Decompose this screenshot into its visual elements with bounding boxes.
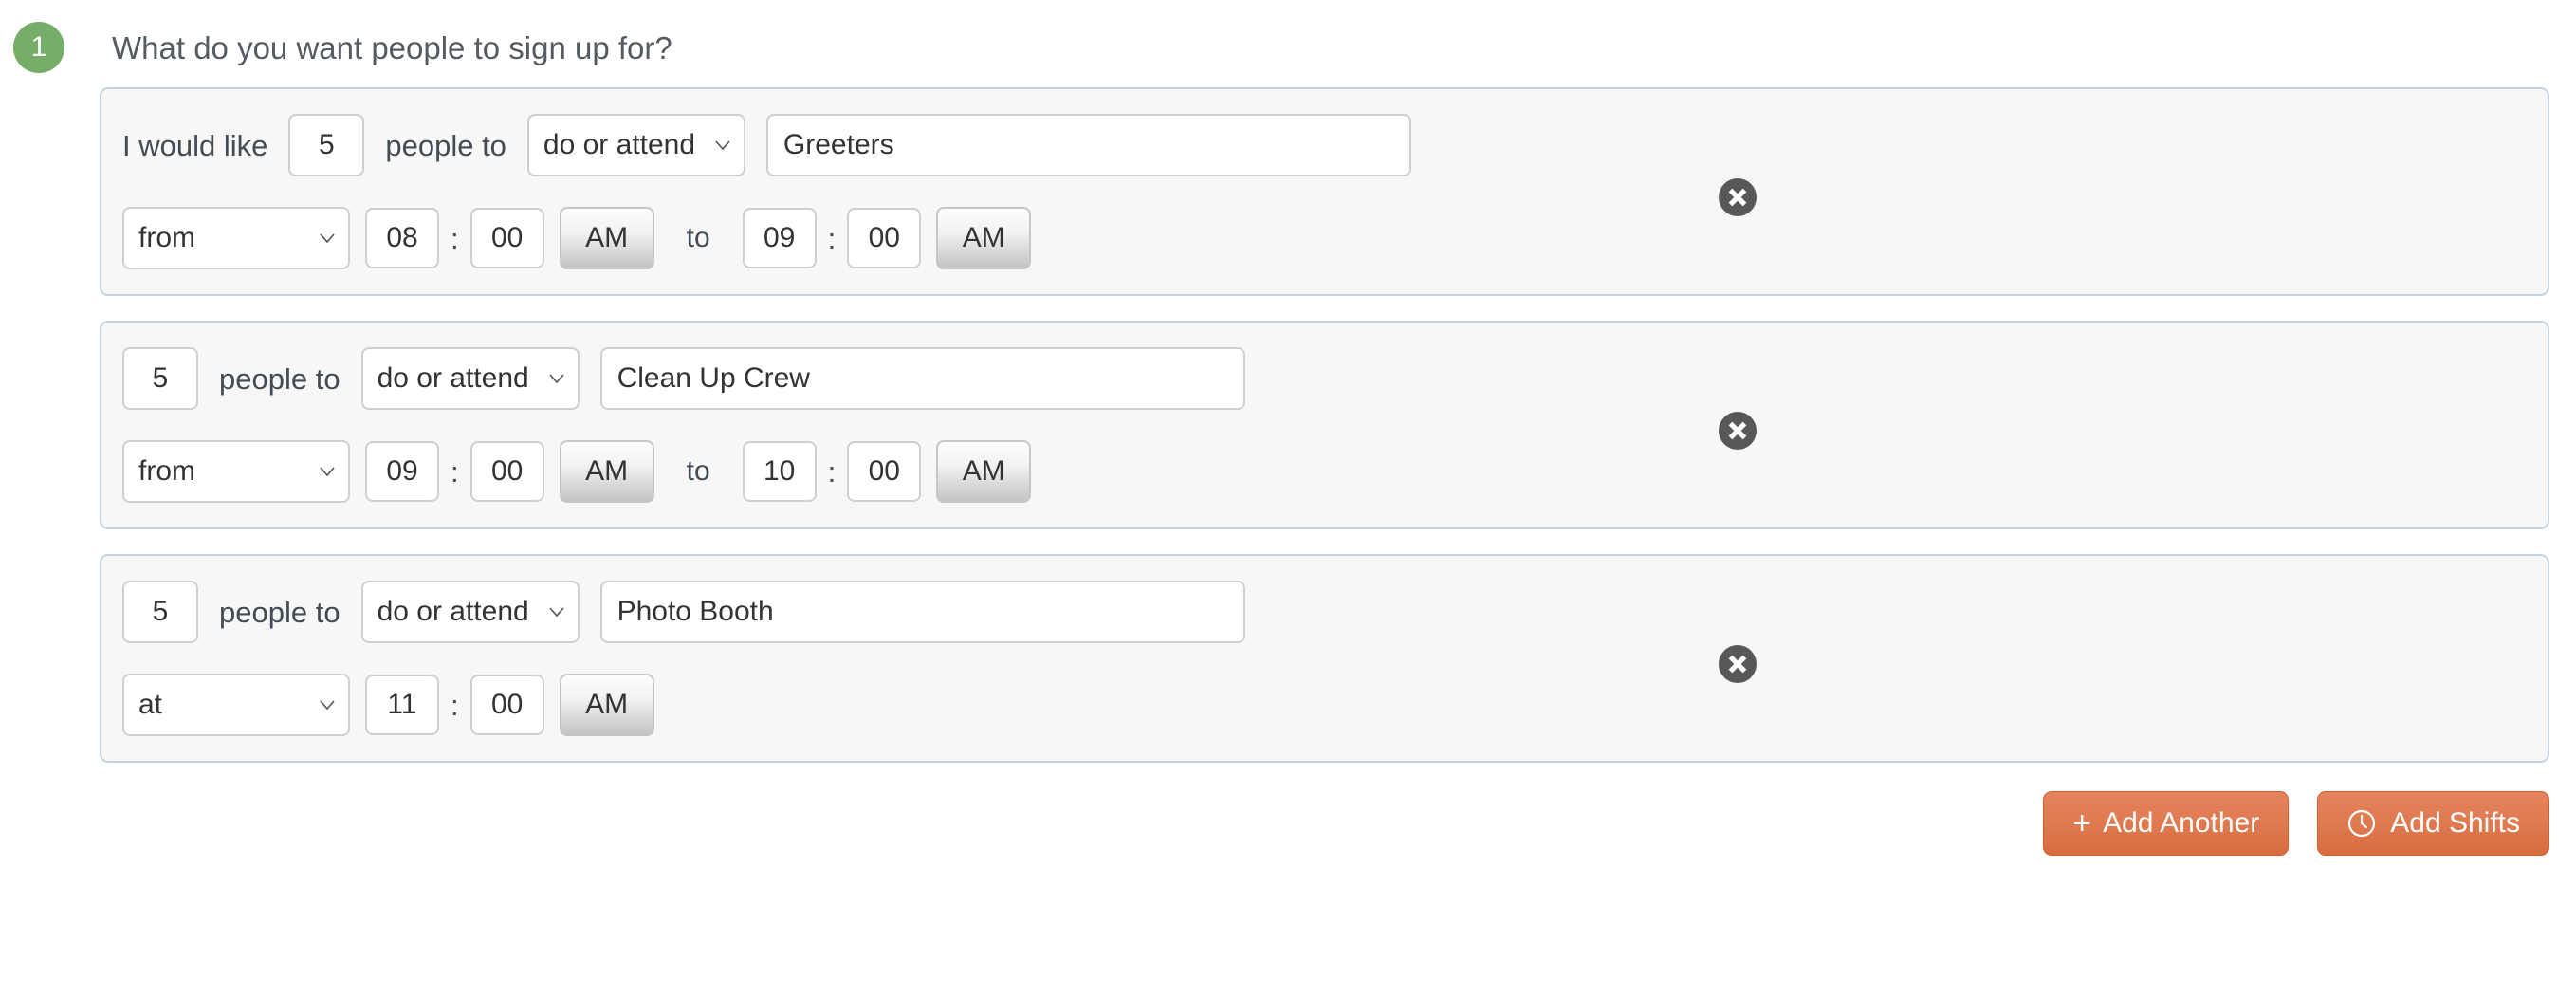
page-title: What do you want people to sign up for? xyxy=(112,29,672,65)
close-circle-icon xyxy=(1719,645,1757,683)
quantity-input[interactable] xyxy=(122,581,198,643)
end-meridiem-toggle[interactable]: AM xyxy=(936,440,1032,503)
time-colon: : xyxy=(827,221,837,255)
start-hour-input[interactable] xyxy=(365,441,439,502)
activity-kind-select[interactable]: do or attend xyxy=(360,581,580,643)
plus-icon: + xyxy=(2072,805,2092,841)
end-minute-input[interactable] xyxy=(847,441,922,502)
close-circle-icon xyxy=(1719,178,1757,216)
start-meridiem-toggle[interactable]: AM xyxy=(559,207,654,269)
quantity-input[interactable] xyxy=(288,114,365,176)
remove-slot-button[interactable] xyxy=(1717,643,1758,685)
add-another-button[interactable]: + Add Another xyxy=(2043,791,2290,856)
when-mode-value: at xyxy=(138,689,163,720)
activity-kind-select[interactable]: do or attend xyxy=(360,347,580,410)
add-shifts-label: Add Shifts xyxy=(2390,807,2520,839)
end-meridiem-toggle[interactable]: AM xyxy=(936,207,1032,269)
people-to-label: people to xyxy=(219,595,340,629)
slot-panel: people to do or attend xyxy=(100,321,2549,529)
when-mode-select[interactable]: from xyxy=(122,440,350,503)
add-another-label: Add Another xyxy=(2103,807,2260,839)
chevron-down-icon xyxy=(547,602,566,621)
close-circle-icon xyxy=(1719,412,1757,450)
chevron-down-icon xyxy=(547,369,566,388)
slot-activity-row: people to do or attend xyxy=(101,347,2548,450)
remove-slot-button[interactable] xyxy=(1717,176,1758,218)
chevron-down-icon xyxy=(318,695,337,714)
slot-activity-row: people to do or attend xyxy=(101,581,2548,683)
end-hour-input[interactable] xyxy=(742,441,817,502)
signup-slots-form: 1 What do you want people to sign up for… xyxy=(0,0,2576,998)
slot-activity-row: I would like people to do or attend xyxy=(101,114,2548,216)
when-mode-value: from xyxy=(138,455,195,487)
start-minute-input[interactable] xyxy=(469,208,544,268)
people-to-label: people to xyxy=(385,128,506,162)
end-minute-input[interactable] xyxy=(847,208,922,268)
step-header: 1 What do you want people to sign up for… xyxy=(0,0,2576,76)
slot-time-row: from : AM to : AM xyxy=(101,207,2548,269)
add-shifts-button[interactable]: Add Shifts xyxy=(2317,791,2549,856)
time-colon: : xyxy=(451,221,459,255)
time-colon: : xyxy=(451,454,459,489)
activity-kind-select[interactable]: do or attend xyxy=(526,114,745,176)
step-number-badge: 1 xyxy=(13,22,64,73)
form-actions: + Add Another Add Shifts xyxy=(0,787,2576,856)
quantity-input[interactable] xyxy=(122,347,198,410)
start-meridiem-toggle[interactable]: AM xyxy=(559,440,654,503)
time-range-separator: to xyxy=(686,455,710,487)
time-range-separator: to xyxy=(686,222,710,253)
when-mode-value: from xyxy=(138,222,195,253)
end-hour-input[interactable] xyxy=(742,208,817,268)
slot-time-row: at : AM xyxy=(101,674,2548,736)
slot-lead-label: I would like xyxy=(122,128,268,162)
chevron-down-icon xyxy=(318,462,337,481)
time-colon: : xyxy=(451,688,459,722)
slot-panel: I would like people to do or attend xyxy=(100,87,2549,296)
activity-name-input[interactable] xyxy=(599,347,1245,410)
chevron-down-icon xyxy=(318,229,337,248)
activity-kind-value: do or attend xyxy=(377,362,529,394)
activity-name-input[interactable] xyxy=(599,581,1245,643)
slot-time-row: from : AM to : AM xyxy=(101,440,2548,503)
chevron-down-icon xyxy=(713,136,732,155)
remove-slot-button[interactable] xyxy=(1717,410,1758,452)
time-colon: : xyxy=(827,454,837,489)
people-to-label: people to xyxy=(219,361,340,396)
when-mode-select[interactable]: from xyxy=(122,207,350,269)
start-meridiem-toggle[interactable]: AM xyxy=(559,674,654,736)
start-hour-input[interactable] xyxy=(365,675,439,735)
start-minute-input[interactable] xyxy=(469,441,544,502)
slot-panel: people to do or attend xyxy=(100,554,2549,763)
activity-name-input[interactable] xyxy=(765,114,1411,176)
slot-panel-list: I would like people to do or attend xyxy=(100,87,2549,763)
activity-kind-value: do or attend xyxy=(377,596,529,627)
activity-kind-value: do or attend xyxy=(543,129,696,160)
start-minute-input[interactable] xyxy=(469,675,544,735)
when-mode-select[interactable]: at xyxy=(122,674,350,736)
start-hour-input[interactable] xyxy=(365,208,439,268)
clock-icon xyxy=(2346,808,2377,839)
